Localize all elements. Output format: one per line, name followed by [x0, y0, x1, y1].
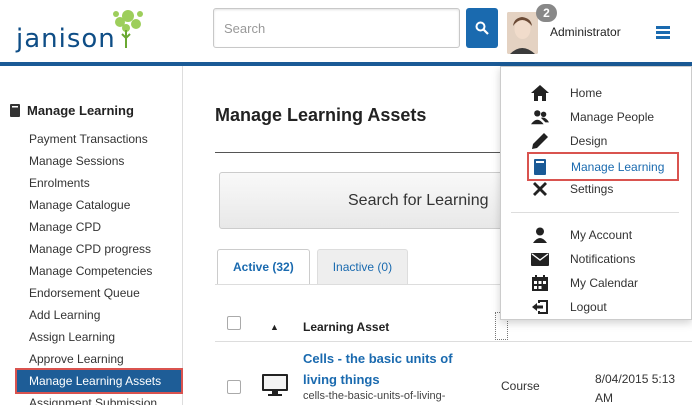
select-all-checkbox[interactable] [227, 316, 241, 330]
menu-item-settings-label: Settings [570, 182, 614, 196]
monitor-icon [262, 374, 288, 396]
menu-item-manage-people-label: Manage People [570, 110, 655, 124]
menu-item-my-calendar[interactable]: My Calendar [501, 271, 691, 295]
logo-text: janison [16, 24, 116, 54]
menu-item-notifications[interactable]: Notifications [501, 247, 691, 271]
user-icon [531, 226, 549, 244]
menu-item-logout[interactable]: Logout [501, 295, 691, 319]
sidebar-item-manage-cpd[interactable]: Manage CPD [0, 216, 183, 238]
asset-type: Course [501, 379, 540, 393]
menu-item-manage-people[interactable]: Manage People [501, 105, 691, 129]
user-photo-icon [507, 12, 538, 54]
menu-item-notifications-label: Notifications [570, 252, 636, 266]
search-icon [475, 21, 489, 35]
book-icon [10, 104, 20, 117]
sort-ascending-icon[interactable]: ▲ [270, 322, 279, 332]
menu-divider [511, 212, 679, 213]
logout-icon [531, 298, 549, 316]
menu-item-my-account-label: My Account [570, 228, 633, 242]
menu-item-manage-learning-label: Manage Learning [571, 159, 665, 174]
sidebar-item-add-learning[interactable]: Add Learning [0, 304, 183, 326]
search-button[interactable] [466, 8, 498, 48]
sidebar-title: Manage Learning [9, 103, 134, 118]
sidebar-item-endorsement-queue[interactable]: Endorsement Queue [0, 282, 183, 304]
hamburger-icon [656, 25, 670, 39]
menu-item-design[interactable]: Design [501, 129, 691, 153]
sidebar-item-enrolments[interactable]: Enrolments [0, 172, 183, 194]
menu-item-home-label: Home [570, 86, 603, 100]
sidebar-item-payment-transactions[interactable]: Payment Transactions [0, 128, 183, 150]
sidebar-item-manage-catalogue[interactable]: Manage Catalogue [0, 194, 183, 216]
status-tabs: Active (32) Inactive (0) [217, 249, 409, 285]
people-icon [531, 108, 549, 126]
hamburger-menu-button[interactable] [639, 0, 687, 64]
column-header-learning-asset[interactable]: Learning Asset [303, 320, 389, 334]
envelope-icon [531, 250, 549, 268]
notification-badge[interactable]: 2 [536, 4, 557, 22]
page-title: Manage Learning Assets [215, 105, 427, 125]
tools-icon [531, 180, 549, 198]
table-row: Cells - the basic units of living things… [215, 343, 692, 405]
tab-inactive[interactable]: Inactive (0) [316, 249, 409, 285]
pencil-icon [531, 132, 549, 150]
sidebar-item-manage-learning-assets[interactable]: Manage Learning Assets [15, 368, 183, 394]
sidebar-menu: Payment Transactions Manage Sessions Enr… [0, 128, 183, 405]
calendar-icon [531, 274, 549, 292]
menu-item-settings[interactable]: Settings [501, 177, 691, 201]
sidebar-item-manage-competencies[interactable]: Manage Competencies [0, 260, 183, 282]
search-input[interactable] [214, 9, 459, 47]
row-checkbox[interactable] [227, 380, 241, 394]
menu-item-my-account[interactable]: My Account [501, 223, 691, 247]
global-search [213, 8, 460, 48]
username-label[interactable]: Administrator [550, 25, 621, 39]
sidebar-item-manage-cpd-progress[interactable]: Manage CPD progress [0, 238, 183, 260]
asset-title-link[interactable]: Cells - the basic units of living things [303, 348, 483, 390]
tab-active[interactable]: Active (32) [217, 249, 310, 285]
sidebar: Manage Learning Payment Transactions Man… [0, 66, 183, 405]
header: janison 2 Administrator [0, 0, 692, 64]
sidebar-item-manage-sessions[interactable]: Manage Sessions [0, 150, 183, 172]
menu-item-my-calendar-label: My Calendar [570, 276, 639, 290]
home-icon [531, 84, 549, 102]
menu-item-design-label: Design [570, 134, 608, 148]
sidebar-item-approve-learning[interactable]: Approve Learning [0, 348, 183, 370]
search-for-learning-button[interactable]: Search for Learning [219, 172, 509, 229]
menu-item-home[interactable]: Home [501, 81, 691, 105]
sidebar-title-label: Manage Learning [27, 103, 134, 118]
book-icon [531, 158, 549, 176]
sidebar-item-assignment-submission[interactable]: Assignment Submission [0, 392, 183, 405]
main-menu-dropdown: Home Manage People Design Manage Learnin… [500, 66, 692, 320]
asset-slug: cells-the-basic-units-of-living- [303, 390, 446, 402]
asset-date: 8/04/2015 5:13 AM [595, 372, 676, 405]
avatar[interactable] [507, 12, 538, 54]
sidebar-item-assign-learning[interactable]: Assign Learning [0, 326, 183, 348]
menu-item-logout-label: Logout [570, 300, 607, 314]
janison-logo[interactable]: janison [16, 4, 146, 60]
